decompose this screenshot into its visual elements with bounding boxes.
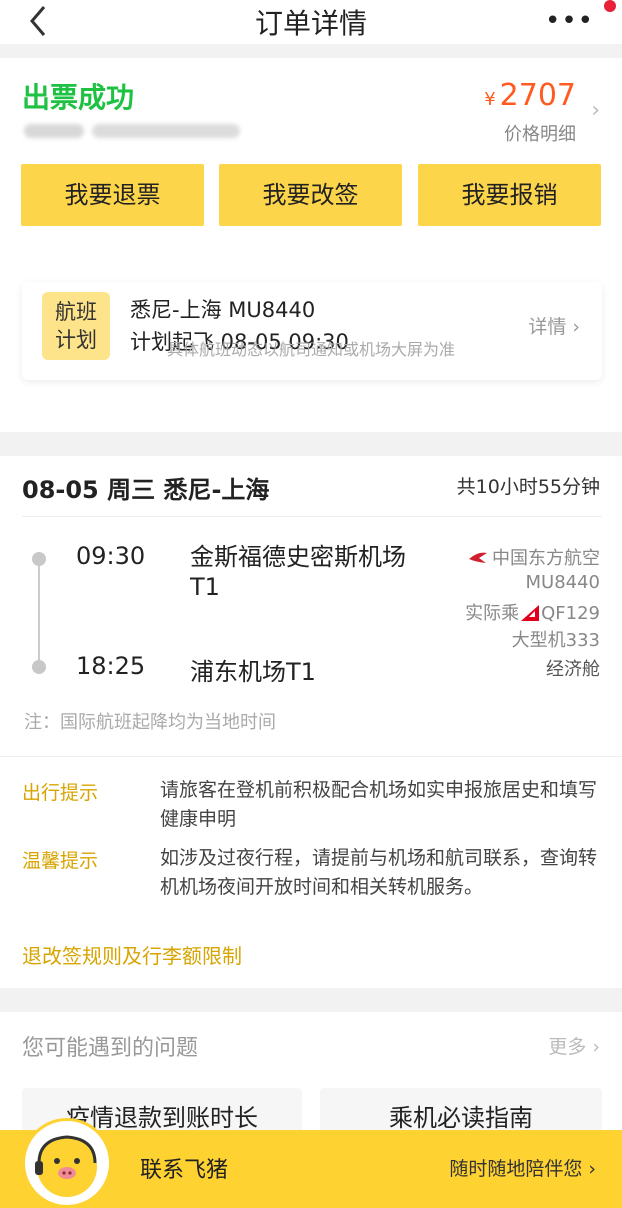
- flight-plan-detail-link[interactable]: 详情 ›: [528, 312, 580, 339]
- flight-date-route: 08-05 周三 悉尼-上海: [22, 476, 270, 504]
- travel-tip-text: 请旅客在登机前积极配合机场如实申报旅居史和填写健康申明: [160, 779, 598, 830]
- actual-carrier: 实际乘 QF129: [465, 599, 600, 625]
- flight-plan-card[interactable]: 航班计划 悉尼-上海 MU8440 计划起飞 08-05 09:30 详情 ›: [22, 282, 602, 380]
- airline-name: 中国东方航空: [492, 548, 600, 569]
- currency-symbol: ¥: [484, 89, 496, 110]
- refund-rules-link[interactable]: 退改签规则及行李额限制: [22, 940, 242, 969]
- airline: 中国东方航空: [468, 544, 600, 570]
- arrival-dot: [32, 660, 46, 674]
- flight-detail-card: 08-05 周三 悉尼-上海 共10小时55分钟 09:30 金斯福德史密斯机场…: [0, 456, 622, 988]
- notification-dot: [604, 0, 616, 12]
- kind-tip-label: 温馨提示: [22, 850, 99, 872]
- departure-dot: [32, 552, 46, 566]
- flight-duration: 共10小时55分钟: [456, 476, 600, 498]
- redacted-info-2: [92, 124, 240, 138]
- page-title: 订单详情: [254, 7, 367, 40]
- action-buttons: 我要退票 我要改签 我要报销: [21, 164, 601, 226]
- refund-button[interactable]: 我要退票: [21, 164, 204, 226]
- reimburse-button[interactable]: 我要报销: [418, 164, 601, 226]
- timeline-line: [38, 558, 40, 666]
- flight-status-note: 具体航班动态以航司通知或机场大屏为准: [166, 340, 455, 359]
- order-price[interactable]: ¥2707: [484, 78, 576, 113]
- arrival-airport: 浦东机场T1: [190, 658, 316, 686]
- actual-flight-number: QF129: [541, 603, 600, 624]
- local-time-note: 注：国际航班起降均为当地时间: [24, 712, 276, 733]
- china-eastern-logo-icon: [469, 552, 487, 563]
- contact-fliggy-label[interactable]: 联系飞猪: [140, 1152, 228, 1184]
- kind-tip-text: 如涉及过夜行程，请提前与机场和航司联系，查询转机机场夜间开放时间和相关转机服务。: [160, 847, 598, 898]
- flight-number: MU8440: [525, 572, 600, 593]
- order-summary-card: 出票成功 ¥2707 价格明细 › 我要退票 我要改签 我要报销 航班计划 悉尼…: [0, 58, 622, 432]
- travel-tip-label: 出行提示: [22, 782, 99, 804]
- redacted-info: [24, 124, 84, 138]
- aircraft-type: 大型机333: [511, 630, 600, 651]
- qantas-logo-icon: [521, 605, 540, 621]
- arrival-time: 18:25: [76, 652, 146, 680]
- price-value: 2707: [499, 78, 576, 113]
- departure-time: 09:30: [76, 542, 146, 570]
- departure-airport: 金斯福德史密斯机场T1: [190, 543, 406, 601]
- flight-plan-route: 悉尼-上海 MU8440: [130, 298, 316, 322]
- cabin-class: 经济舱: [546, 659, 600, 680]
- top-nav-bar: 订单详情 •••: [0, 0, 622, 44]
- faq-title: 您可能遇到的问题: [22, 1036, 199, 1061]
- divider: [22, 516, 602, 517]
- pig-face-icon: [35, 1135, 97, 1197]
- rebook-button[interactable]: 我要改签: [219, 164, 402, 226]
- actual-prefix: 实际乘: [465, 603, 520, 624]
- chevron-right-icon[interactable]: ›: [591, 98, 600, 123]
- ticket-status: 出票成功: [22, 81, 135, 114]
- more-options-icon[interactable]: •••: [545, 6, 594, 36]
- faq-more-link[interactable]: 更多 ›: [548, 1032, 600, 1059]
- price-detail-link[interactable]: 价格明细: [504, 120, 576, 146]
- companion-label[interactable]: 随时随地陪伴您 ›: [449, 1154, 596, 1181]
- fliggy-mascot-icon: [22, 1118, 112, 1208]
- divider: [0, 756, 622, 757]
- contact-bar[interactable]: 联系飞猪 随时随地陪伴您 ›: [0, 1118, 622, 1208]
